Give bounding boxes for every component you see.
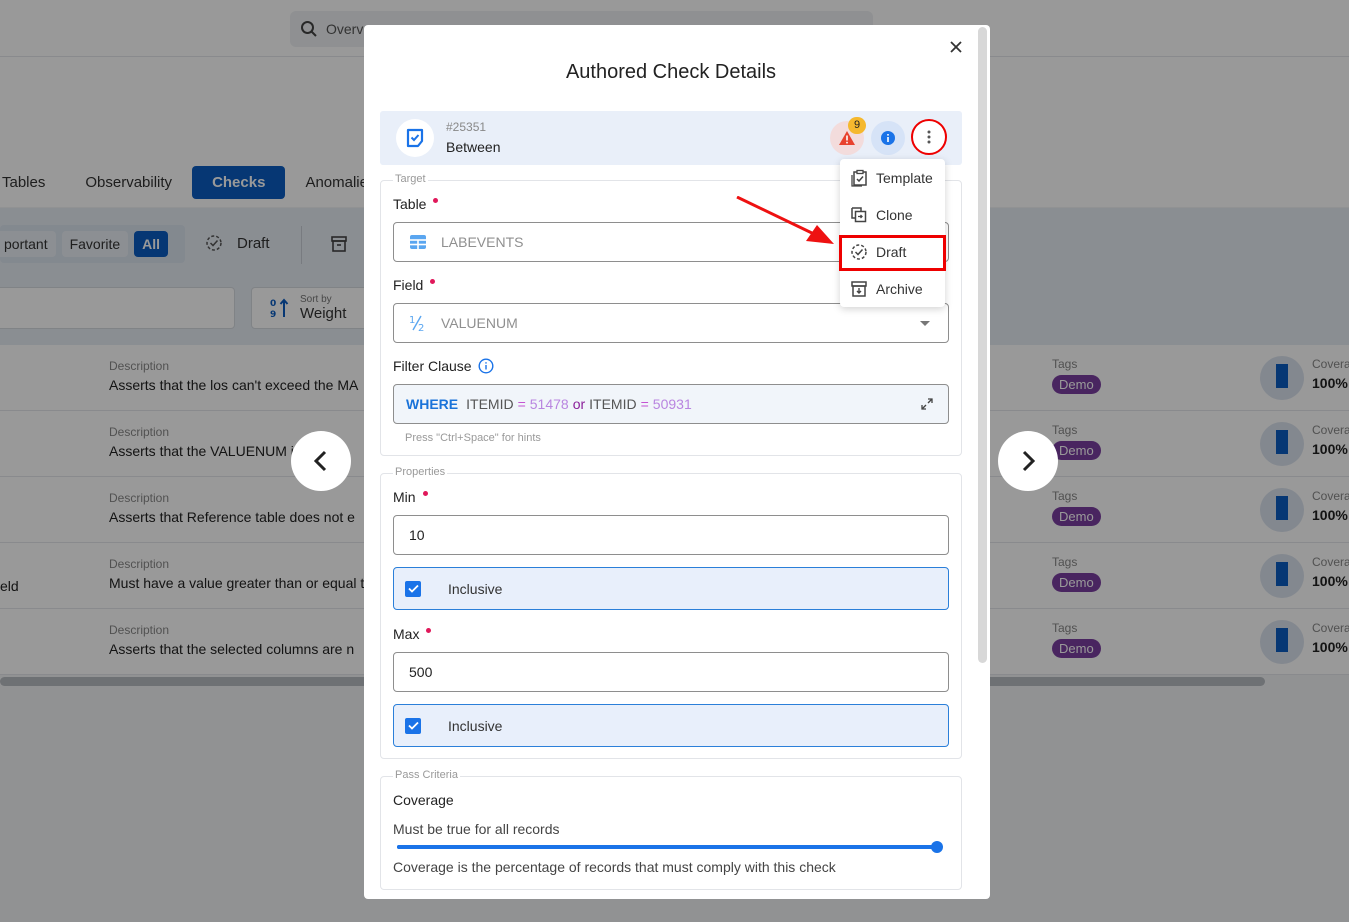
clone-icon [851, 207, 867, 223]
properties-legend: Properties [393, 466, 448, 478]
filter-clause-editor[interactable]: WHERE ITEMID = 51478 or ITEMID = 50931 [393, 384, 949, 424]
required-indicator [433, 198, 439, 203]
table-label: Table [393, 196, 439, 212]
field-select[interactable]: 12 VALUENUM [393, 303, 949, 343]
check-name: Between [446, 139, 501, 155]
checkbox-checked-icon [405, 717, 421, 734]
max-label-text: Max [393, 626, 420, 642]
sql-identifier: ITEMID [589, 396, 637, 412]
info-button[interactable] [871, 121, 905, 155]
menu-item-draft[interactable]: Draft [840, 234, 945, 270]
svg-text:2: 2 [418, 323, 424, 332]
chevron-left-icon [313, 450, 327, 472]
properties-section: Properties Min 10 Inclusive Max 500 Incl… [380, 466, 962, 759]
sql-identifier: ITEMID [466, 396, 514, 412]
menu-item-template[interactable]: Template [840, 160, 945, 196]
more-vertical-icon [927, 130, 931, 144]
filter-clause-label: Filter Clause [393, 358, 494, 374]
info-outline-icon[interactable] [478, 358, 494, 374]
svg-text:1: 1 [409, 315, 415, 326]
max-inclusive-label: Inclusive [448, 717, 503, 734]
max-value: 500 [409, 664, 433, 680]
required-indicator [430, 279, 436, 284]
menu-item-archive[interactable]: Archive [840, 271, 945, 307]
min-input[interactable]: 10 [393, 515, 949, 555]
check-details-modal: Authored Check Details #25351 Between 9 … [364, 25, 990, 899]
chevron-down-icon[interactable] [920, 321, 930, 326]
chevron-right-icon [1022, 450, 1036, 472]
coverage-slider[interactable] [397, 841, 943, 853]
sql-operator: = [640, 396, 649, 412]
pass-criteria-legend: Pass Criteria [393, 769, 460, 781]
required-indicator [422, 491, 428, 496]
pass-criteria-section: Pass Criteria Coverage Must be true for … [380, 769, 962, 890]
target-legend: Target [393, 173, 428, 185]
sql-keyword: WHERE [406, 396, 459, 412]
coverage-slider-thumb[interactable] [931, 841, 943, 853]
anomaly-count-badge: 9 [848, 117, 866, 134]
menu-item-label: Clone [876, 207, 913, 223]
min-value: 10 [409, 527, 425, 543]
next-check-button[interactable] [998, 431, 1058, 491]
field-label-text: Field [393, 277, 424, 293]
check-id: #25351 [446, 120, 487, 134]
required-indicator [426, 628, 432, 633]
clipboard-check-icon [851, 169, 867, 187]
sql-number: 51478 [529, 396, 569, 412]
info-icon [881, 131, 895, 145]
max-label: Max [393, 626, 432, 642]
max-input[interactable]: 500 [393, 652, 949, 692]
min-inclusive-label: Inclusive [448, 580, 503, 597]
more-options-button[interactable] [911, 119, 947, 155]
more-options-menu: Template Clone Draft Archive [840, 159, 945, 307]
table-label-text: Table [393, 196, 427, 212]
filter-clause-label-text: Filter Clause [393, 358, 472, 374]
coverage-slider-fill [397, 845, 937, 849]
table-value: LABEVENTS [441, 234, 524, 250]
menu-item-label: Template [876, 170, 933, 186]
sql-operator: = [517, 396, 526, 412]
menu-item-label: Archive [876, 281, 923, 297]
draft-icon [851, 244, 867, 260]
table-icon [410, 235, 426, 249]
archive-icon [851, 281, 867, 297]
min-label-text: Min [393, 489, 416, 505]
check-header-card: #25351 Between 9 [380, 111, 962, 165]
field-label: Field [393, 277, 436, 293]
menu-item-clone[interactable]: Clone [840, 197, 945, 233]
checkbox-checked-icon [405, 580, 421, 597]
field-value: VALUENUM [441, 315, 518, 331]
min-inclusive-checkbox[interactable]: Inclusive [393, 567, 949, 610]
previous-check-button[interactable] [291, 431, 351, 491]
check-type-avatar [396, 119, 434, 157]
min-label: Min [393, 489, 428, 505]
coverage-title: Coverage [393, 792, 454, 808]
expand-icon[interactable] [920, 397, 934, 411]
modal-scrollbar[interactable] [978, 27, 987, 663]
modal-title: Authored Check Details [565, 61, 777, 83]
sql-number: 50931 [652, 396, 692, 412]
filter-hint: Press "Ctrl+Space" for hints [405, 432, 541, 444]
coverage-subtitle: Must be true for all records [393, 821, 560, 837]
sql-conjunction: or [572, 396, 586, 412]
max-inclusive-checkbox[interactable]: Inclusive [393, 704, 949, 747]
menu-item-label: Draft [876, 244, 907, 260]
close-icon[interactable] [948, 39, 964, 55]
coverage-description: Coverage is the percentage of records th… [393, 859, 836, 875]
fraction-icon: 12 [409, 315, 424, 332]
check-square-icon [406, 128, 424, 148]
